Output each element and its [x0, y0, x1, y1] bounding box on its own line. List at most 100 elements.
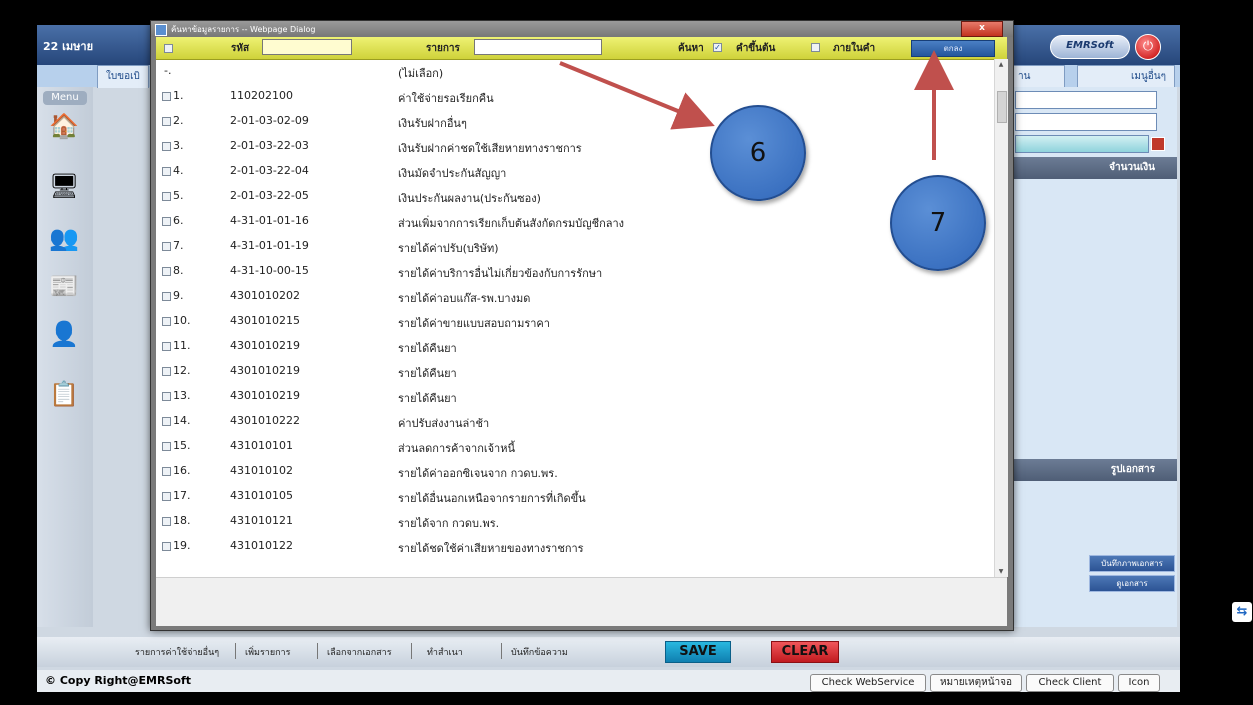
row-checkbox[interactable]	[162, 217, 171, 226]
row-checkbox[interactable]	[162, 292, 171, 301]
lookup-icon[interactable]	[1151, 137, 1165, 151]
list-item[interactable]: 5. 2-01-03-22-05 เงินประกันผลงาน(ประกันซอง…	[156, 184, 994, 209]
row-checkbox[interactable]	[162, 242, 171, 251]
right-field-3[interactable]	[1015, 135, 1149, 153]
scroll-up-icon[interactable]: ▲	[997, 61, 1005, 68]
list-item[interactable]: 11. 4301010219 รายได้คืนยา	[156, 334, 994, 359]
ok-button[interactable]: ตกลง	[911, 40, 995, 57]
home-icon[interactable]: 🏠	[49, 111, 79, 141]
list-item[interactable]: 10. 4301010215 รายได้ค่าขายแบบสอบถามราคา	[156, 309, 994, 334]
row-checkbox[interactable]	[162, 517, 171, 526]
screen-note-button[interactable]: หมายเหตุหน้าจอ	[930, 674, 1022, 692]
list-item[interactable]: -. (ไม่เลือก)	[156, 59, 994, 84]
select-all-checkbox[interactable]	[164, 44, 173, 53]
list-item[interactable]: 2. 2-01-03-02-09 เงินรับฝากอื่นๆ	[156, 109, 994, 134]
list-item[interactable]: 17. 431010105 รายได้อื่นนอกเหนือจากรายการท…	[156, 484, 994, 509]
users-icon[interactable]: 👥	[49, 223, 79, 253]
row-checkbox[interactable]	[162, 442, 171, 451]
dialog-titlebar: ค้นหาข้อมูลรายการ -- Webpage Dialog x	[151, 21, 1013, 37]
clipboard-icon[interactable]: 📋	[49, 379, 79, 409]
amount-header-label: จำนวนเงิน	[1109, 162, 1155, 173]
row-checkbox[interactable]	[162, 192, 171, 201]
row-number: 15.	[173, 439, 191, 452]
row-code: 431010101	[230, 439, 293, 452]
list-item[interactable]: 16. 431010102 รายได้ค่าออกซิเจนจาก กวดบ.พร…	[156, 459, 994, 484]
row-checkbox[interactable]	[162, 117, 171, 126]
copy-button[interactable]: ทำสำเนา	[427, 645, 463, 659]
scroll-thumb[interactable]	[997, 91, 1007, 123]
tab-other-partial[interactable]: าน	[1009, 65, 1065, 88]
save-note-button[interactable]: บันทึกข้อความ	[511, 645, 568, 659]
row-checkbox[interactable]	[162, 392, 171, 401]
row-number: 3.	[173, 139, 184, 152]
row-checkbox[interactable]	[162, 267, 171, 276]
tab-other-expenses[interactable]: รายการค่าใช้จ่ายอื่นๆ	[135, 645, 219, 659]
save-button[interactable]: SAVE	[665, 641, 731, 663]
row-checkbox[interactable]	[162, 142, 171, 151]
power-icon[interactable]: ⏻	[1135, 34, 1161, 60]
check-webservice-button[interactable]: Check WebService	[810, 674, 926, 692]
save-doc-image-button[interactable]: บันทึกภาพเอกสาร	[1089, 555, 1175, 572]
row-name: เงินประกันผลงาน(ประกันซอง)	[398, 192, 541, 205]
check-client-button[interactable]: Check Client	[1026, 674, 1114, 692]
list-item[interactable]: 19. 431010122 รายได้ชดใช้ค่าเสียหายของทางร…	[156, 534, 994, 559]
list-item[interactable]: 9. 4301010202 รายได้ค่าอบแก๊ส-รพ.บางมด	[156, 284, 994, 309]
row-checkbox[interactable]	[162, 92, 171, 101]
search-dialog: ค้นหาข้อมูลรายการ -- Webpage Dialog x รห…	[150, 20, 1014, 631]
add-item-button[interactable]: เพิ่มรายการ	[245, 645, 290, 659]
row-name: รายได้อื่นนอกเหนือจากรายการที่เกิดขึ้น	[398, 492, 586, 505]
code-input[interactable]	[262, 39, 352, 55]
right-field-2[interactable]	[1015, 113, 1157, 131]
tab-other-menu[interactable]: เมนูอื่นๆ	[1077, 65, 1175, 88]
list-item[interactable]: 6. 4-31-01-01-16 ส่วนเพิ่มจากการเรียกเก็บต…	[156, 209, 994, 234]
list-item[interactable]: 1. 110202100 ค่าใช้จ่ายรอเรียกคืน	[156, 84, 994, 109]
row-code: 2-01-03-02-09	[230, 114, 309, 127]
row-number: 9.	[173, 289, 184, 302]
list-item[interactable]: 3. 2-01-03-22-03 เงินรับฝากค่าชดใช้เสียหาย…	[156, 134, 994, 159]
item-search-input[interactable]	[474, 39, 602, 55]
row-checkbox[interactable]	[162, 167, 171, 176]
clear-button[interactable]: CLEAR	[771, 641, 839, 663]
dialog-body: รหัส รายการ ค้นหา ✓ คำขึ้นต้น ภายในคำ ตก…	[156, 37, 1008, 626]
row-name: รายได้ค่าบริการอื่นไม่เกี่ยวข้องกับการรั…	[398, 267, 603, 280]
row-code: 4301010219	[230, 364, 300, 377]
row-checkbox[interactable]	[162, 417, 171, 426]
list-scrollbar[interactable]: ▲ ▼	[994, 59, 1008, 577]
list-item[interactable]: 14. 4301010222 ค่าปรับส่งงานล่าช้า	[156, 409, 994, 434]
list-item[interactable]: 13. 4301010219 รายได้คืนยา	[156, 384, 994, 409]
row-name: รายได้คืนยา	[398, 342, 457, 355]
row-name: รายได้คืนยา	[398, 392, 457, 405]
row-name: รายได้ค่าปรับ(บริษัท)	[398, 242, 499, 255]
list-item[interactable]: 15. 431010101 ส่วนลดการค้าจากเจ้าหนี้	[156, 434, 994, 459]
prefix-checkbox[interactable]	[811, 43, 820, 52]
teamviewer-icon[interactable]: ⇆	[1232, 602, 1252, 622]
row-checkbox[interactable]	[162, 492, 171, 501]
find-checkbox[interactable]: ✓	[713, 43, 722, 52]
close-button[interactable]: x	[961, 21, 1003, 37]
row-checkbox[interactable]	[162, 342, 171, 351]
select-from-doc-button[interactable]: เลือกจากเอกสาร	[327, 645, 392, 659]
list-item[interactable]: 7. 4-31-01-01-19 รายได้ค่าปรับ(บริษัท)	[156, 234, 994, 259]
row-code: 4-31-01-01-16	[230, 214, 309, 227]
documents-icon[interactable]: 📰	[49, 271, 79, 301]
row-code: 431010122	[230, 539, 293, 552]
user-settings-icon[interactable]: 👤	[49, 319, 79, 349]
prefix-label: คำขึ้นต้น	[736, 43, 776, 54]
row-name: รายได้จาก กวดบ.พร.	[398, 517, 500, 530]
list-item[interactable]: 18. 431010121 รายได้จาก กวดบ.พร.	[156, 509, 994, 534]
right-field-1[interactable]	[1015, 91, 1157, 109]
computer-key-icon[interactable]: 🖥	[49, 171, 79, 201]
row-checkbox[interactable]	[162, 367, 171, 376]
copyright-text: © Copy Right@EMRSoft	[45, 674, 191, 687]
list-item[interactable]: 4. 2-01-03-22-04 เงินมัดจำประกันสัญญา	[156, 159, 994, 184]
row-checkbox[interactable]	[162, 542, 171, 551]
row-checkbox[interactable]	[162, 467, 171, 476]
view-doc-button[interactable]: ดูเอกสาร	[1089, 575, 1175, 592]
tab-requisition[interactable]: ใบขอเบิ	[97, 65, 149, 88]
row-checkbox[interactable]	[162, 317, 171, 326]
row-number: 12.	[173, 364, 191, 377]
list-item[interactable]: 12. 4301010219 รายได้คืนยา	[156, 359, 994, 384]
scroll-down-icon[interactable]: ▼	[997, 568, 1005, 575]
list-item[interactable]: 8. 4-31-10-00-15 รายได้ค่าบริการอื่นไม่เกี…	[156, 259, 994, 284]
icon-button[interactable]: Icon	[1118, 674, 1160, 692]
